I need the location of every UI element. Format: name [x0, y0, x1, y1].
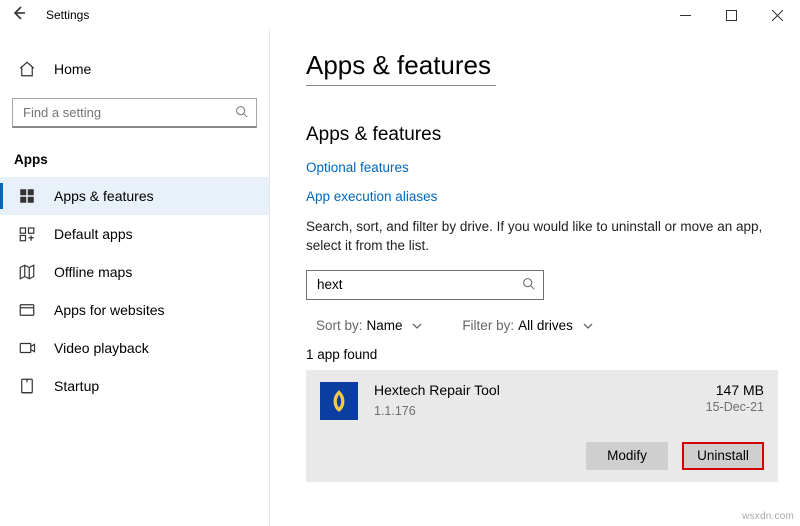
minimize-button[interactable] [662, 0, 708, 30]
title-underline [306, 85, 496, 86]
find-setting-search[interactable] [12, 98, 257, 128]
chevron-down-icon [583, 318, 593, 333]
app-meta: 147 MB 15-Dec-21 [706, 382, 764, 414]
body: Home Apps Apps & features Default app [0, 30, 800, 526]
close-button[interactable] [754, 0, 800, 30]
section-title: Apps & features [306, 124, 778, 146]
window-title: Settings [46, 8, 89, 22]
sidebar-item-apps-websites[interactable]: Apps for websites [0, 291, 269, 329]
sidebar-item-default-apps[interactable]: Default apps [0, 215, 269, 253]
app-name: Hextech Repair Tool [374, 382, 706, 398]
page-title: Apps & features [306, 50, 778, 81]
maximize-button[interactable] [708, 0, 754, 30]
settings-window: Settings Home [0, 0, 800, 526]
sort-by[interactable]: Sort by:Name [316, 318, 422, 333]
app-execution-aliases-link[interactable]: App execution aliases [306, 189, 778, 204]
chevron-down-icon [412, 318, 422, 333]
sidebar-item-label: Startup [54, 378, 99, 394]
app-date: 15-Dec-21 [706, 400, 764, 414]
sidebar-item-label: Default apps [54, 226, 133, 242]
sidebar-item-label: Apps for websites [54, 302, 165, 318]
find-setting-input[interactable] [21, 104, 235, 121]
app-info: Hextech Repair Tool 1.1.176 [374, 382, 706, 418]
search-icon [522, 277, 535, 293]
sidebar-item-startup[interactable]: Startup [0, 367, 269, 405]
apps-websites-icon [18, 301, 36, 319]
app-icon [320, 382, 358, 420]
startup-icon [18, 377, 36, 395]
sidebar-item-offline-maps[interactable]: Offline maps [0, 253, 269, 291]
app-row: Hextech Repair Tool 1.1.176 147 MB 15-De… [320, 382, 764, 420]
sidebar: Home Apps Apps & features Default app [0, 30, 270, 526]
back-button[interactable] [10, 5, 28, 25]
sort-filter-row: Sort by:Name Filter by:All drives [316, 318, 778, 333]
offline-maps-icon [18, 263, 36, 281]
window-controls [662, 0, 800, 30]
titlebar: Settings [0, 0, 800, 30]
main-content: Apps & features Apps & features Optional… [270, 30, 800, 526]
app-search-box[interactable] [306, 270, 544, 300]
app-size: 147 MB [706, 382, 764, 398]
sidebar-item-apps-features[interactable]: Apps & features [0, 177, 269, 215]
sidebar-item-label: Apps & features [54, 188, 154, 204]
apps-description: Search, sort, and filter by drive. If yo… [306, 218, 778, 256]
home-button[interactable]: Home [0, 54, 269, 84]
uninstall-button[interactable]: Uninstall [682, 442, 764, 470]
apps-features-icon [18, 187, 36, 205]
app-actions: Modify Uninstall [320, 442, 764, 470]
watermark: wsxdn.com [742, 511, 794, 522]
search-icon [235, 105, 248, 121]
default-apps-icon [18, 225, 36, 243]
app-count: 1 app found [306, 347, 778, 362]
home-label: Home [54, 61, 91, 77]
sidebar-item-label: Offline maps [54, 264, 132, 280]
modify-button[interactable]: Modify [586, 442, 668, 470]
title-left: Settings [10, 5, 89, 25]
home-icon [18, 60, 36, 78]
optional-features-link[interactable]: Optional features [306, 160, 778, 175]
app-version: 1.1.176 [374, 404, 706, 418]
app-search-input[interactable] [315, 276, 522, 293]
filter-by[interactable]: Filter by:All drives [462, 318, 592, 333]
video-playback-icon [18, 339, 36, 357]
sidebar-item-video-playback[interactable]: Video playback [0, 329, 269, 367]
sidebar-item-label: Video playback [54, 340, 149, 356]
app-card[interactable]: Hextech Repair Tool 1.1.176 147 MB 15-De… [306, 370, 778, 482]
sidebar-section: Apps [0, 146, 269, 177]
